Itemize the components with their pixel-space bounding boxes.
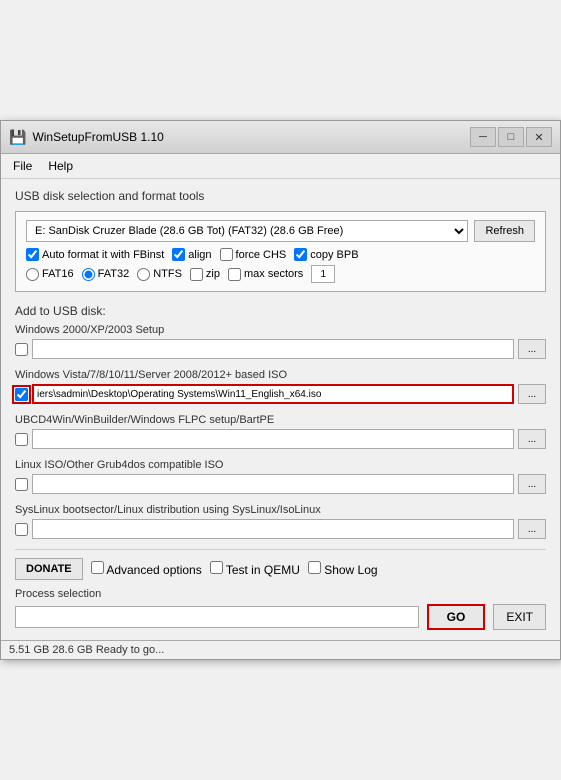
iso-row-4: ... (15, 519, 546, 539)
fs-format-row: FAT16 FAT32 NTFS zip (26, 265, 535, 283)
iso-row-3: ... (15, 474, 546, 494)
iso-label-1: Windows Vista/7/8/10/11/Server 2008/2012… (15, 369, 546, 381)
iso-path-3[interactable] (32, 474, 514, 494)
force-chs-checkbox[interactable] (220, 248, 233, 261)
iso-label-4: SysLinux bootsector/Linux distribution u… (15, 504, 546, 516)
usb-section: USB disk selection and format tools E: S… (15, 189, 546, 292)
exit-button[interactable]: EXIT (493, 604, 546, 630)
auto-format-checkbox[interactable] (26, 248, 39, 261)
bottom-options-row: DONATE Advanced options Test in QEMU Sho… (15, 558, 546, 580)
copy-bpb-checkbox[interactable] (294, 248, 307, 261)
iso-browse-3[interactable]: ... (518, 474, 546, 494)
iso-item-3: Linux ISO/Other Grub4dos compatible ISO … (15, 459, 546, 494)
add-section-title: Add to USB disk: (15, 304, 546, 318)
iso-checkbox-2[interactable] (15, 433, 28, 446)
show-log-checkbox[interactable] (308, 561, 321, 574)
minimize-button[interactable]: ─ (470, 127, 496, 147)
menu-help[interactable]: Help (40, 156, 81, 176)
iso-path-4[interactable] (32, 519, 514, 539)
iso-browse-2[interactable]: ... (518, 429, 546, 449)
fat16-radio-label[interactable]: FAT16 (26, 268, 74, 281)
iso-item-2: UBCD4Win/WinBuilder/Windows FLPC setup/B… (15, 414, 546, 449)
maximize-button[interactable]: □ (498, 127, 524, 147)
iso-label-0: Windows 2000/XP/2003 Setup (15, 324, 546, 336)
go-row: GO EXIT (15, 604, 546, 630)
iso-checkbox-1[interactable] (15, 388, 28, 401)
auto-format-label[interactable]: Auto format it with FBinst (26, 248, 164, 261)
window-title: WinSetupFromUSB 1.10 (32, 130, 163, 144)
usb-section-title: USB disk selection and format tools (15, 189, 546, 203)
advanced-options-label[interactable]: Advanced options (91, 561, 202, 577)
iso-row-0: ... (15, 339, 546, 359)
fat32-radio-label[interactable]: FAT32 (82, 268, 130, 281)
copy-bpb-label[interactable]: copy BPB (294, 248, 358, 261)
max-sectors-input[interactable] (311, 265, 335, 283)
iso-path-0[interactable] (32, 339, 514, 359)
max-sectors-label[interactable]: max sectors (228, 268, 303, 281)
process-selection-label: Process selection (15, 588, 546, 600)
drive-row: E: SanDisk Cruzer Blade (28.6 GB Tot) (F… (26, 220, 535, 242)
donate-button[interactable]: DONATE (15, 558, 83, 580)
main-window: 💾 WinSetupFromUSB 1.10 ─ □ ✕ File Help U… (0, 120, 561, 660)
progress-bar (15, 606, 419, 628)
max-sectors-checkbox[interactable] (228, 268, 241, 281)
ntfs-radio-label[interactable]: NTFS (137, 268, 182, 281)
iso-browse-1[interactable]: ... (518, 384, 546, 404)
test-qemu-checkbox[interactable] (210, 561, 223, 574)
iso-checkbox-0[interactable] (15, 343, 28, 356)
iso-item-1: Windows Vista/7/8/10/11/Server 2008/2012… (15, 369, 546, 404)
drive-select[interactable]: E: SanDisk Cruzer Blade (28.6 GB Tot) (F… (26, 220, 468, 242)
status-bar: 5.51 GB 28.6 GB Ready to go... (1, 640, 560, 659)
title-bar: 💾 WinSetupFromUSB 1.10 ─ □ ✕ (1, 121, 560, 154)
zip-checkbox[interactable] (190, 268, 203, 281)
iso-label-3: Linux ISO/Other Grub4dos compatible ISO (15, 459, 546, 471)
format-options-row: Auto format it with FBinst align force C… (26, 248, 535, 261)
title-bar-left: 💾 WinSetupFromUSB 1.10 (9, 129, 164, 146)
refresh-button[interactable]: Refresh (474, 220, 535, 242)
fat32-radio[interactable] (82, 268, 95, 281)
iso-browse-0[interactable]: ... (518, 339, 546, 359)
app-icon: 💾 (9, 129, 26, 146)
content-area: USB disk selection and format tools E: S… (1, 179, 560, 640)
iso-row-1: ... (15, 384, 546, 404)
iso-browse-4[interactable]: ... (518, 519, 546, 539)
title-buttons: ─ □ ✕ (470, 127, 552, 147)
iso-label-2: UBCD4Win/WinBuilder/Windows FLPC setup/B… (15, 414, 546, 426)
align-label[interactable]: align (172, 248, 211, 261)
iso-path-1[interactable] (32, 384, 514, 404)
zip-checkbox-label[interactable]: zip (190, 268, 220, 281)
test-qemu-label[interactable]: Test in QEMU (210, 561, 300, 577)
align-checkbox[interactable] (172, 248, 185, 261)
ntfs-radio[interactable] (137, 268, 150, 281)
menu-file[interactable]: File (5, 156, 40, 176)
fat16-radio[interactable] (26, 268, 39, 281)
menu-bar: File Help (1, 154, 560, 179)
advanced-options-checkbox[interactable] (91, 561, 104, 574)
usb-section-box: E: SanDisk Cruzer Blade (28.6 GB Tot) (F… (15, 211, 546, 292)
status-text: 5.51 GB 28.6 GB Ready to go... (9, 644, 164, 656)
force-chs-label[interactable]: force CHS (220, 248, 287, 261)
iso-checkbox-4[interactable] (15, 523, 28, 536)
add-section: Add to USB disk: Windows 2000/XP/2003 Se… (15, 304, 546, 539)
iso-row-2: ... (15, 429, 546, 449)
iso-item-0: Windows 2000/XP/2003 Setup ... (15, 324, 546, 359)
show-log-label[interactable]: Show Log (308, 561, 378, 577)
iso-checkbox-3[interactable] (15, 478, 28, 491)
iso-path-2[interactable] (32, 429, 514, 449)
iso-item-4: SysLinux bootsector/Linux distribution u… (15, 504, 546, 539)
go-button[interactable]: GO (427, 604, 486, 630)
close-button[interactable]: ✕ (526, 127, 552, 147)
